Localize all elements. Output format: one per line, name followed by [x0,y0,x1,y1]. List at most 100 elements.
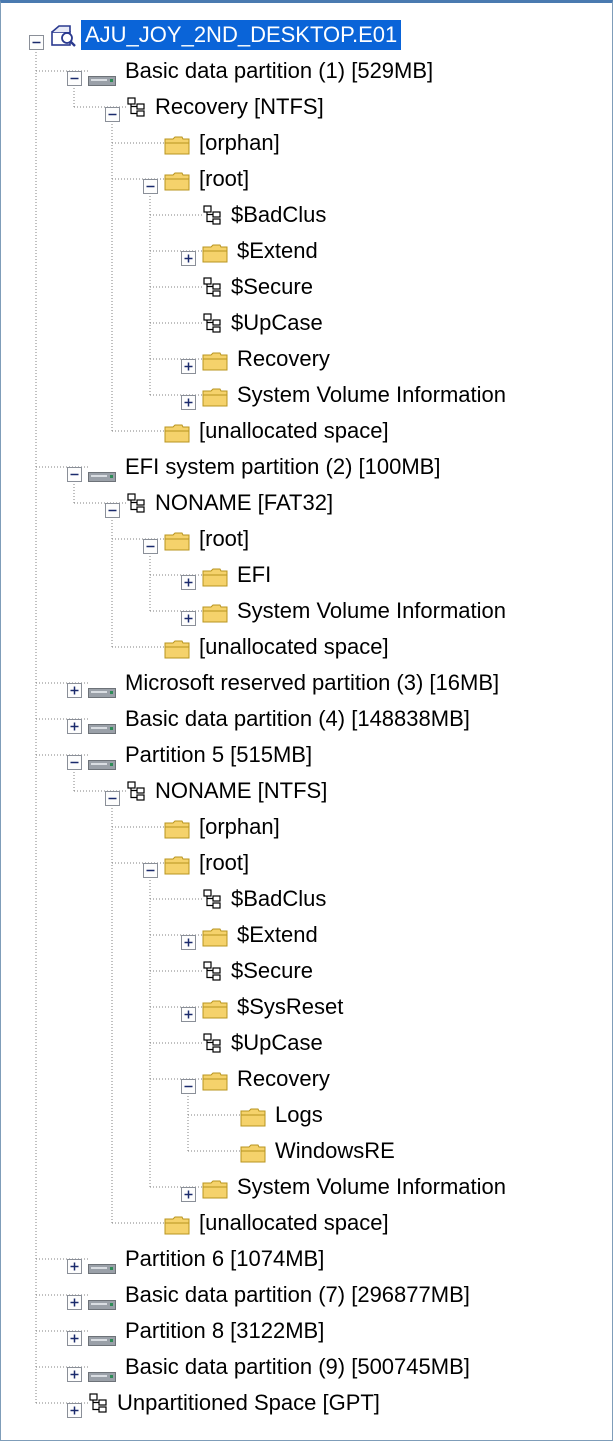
tree-node[interactable]: Recovery [0,344,613,374]
tree-node[interactable]: Partition 6 [1074MB] [0,1244,613,1274]
tree-node[interactable]: [root] [0,848,613,878]
tree-node-label[interactable]: $UpCase [231,308,323,338]
collapse-icon[interactable] [67,64,82,86]
tree-node[interactable]: [unallocated space] [0,632,613,662]
tree-node-label[interactable]: $BadClus [231,884,326,914]
tree-node-label[interactable]: Basic data partition (7) [296877MB] [125,1280,470,1310]
expand-icon[interactable] [181,352,196,374]
tree-node[interactable]: [root] [0,164,613,194]
tree-node-label[interactable]: [unallocated space] [199,416,389,446]
tree-node-label[interactable]: System Volume Information [237,1172,506,1202]
tree-node[interactable]: $Extend [0,920,613,950]
tree-node[interactable]: AJU_JOY_2ND_DESKTOP.E01 [0,20,613,50]
tree-node-label[interactable]: Partition 8 [3122MB] [125,1316,324,1346]
tree-node-label[interactable]: Unpartitioned Space [GPT] [117,1388,380,1418]
tree-node-label[interactable]: [root] [199,848,249,878]
collapse-icon[interactable] [105,784,120,806]
tree-node[interactable]: $Secure [0,956,613,986]
tree-node-label[interactable]: Basic data partition (1) [529MB] [125,56,433,86]
tree-node-label[interactable]: NONAME [NTFS] [155,776,327,806]
tree-node[interactable]: [orphan] [0,128,613,158]
tree-node-label[interactable]: EFI system partition (2) [100MB] [125,452,440,482]
tree-node[interactable]: Basic data partition (7) [296877MB] [0,1280,613,1310]
tree-node[interactable]: Recovery [0,1064,613,1094]
tree-node-label[interactable]: $Extend [237,920,318,950]
tree-node-label[interactable]: Partition 5 [515MB] [125,740,312,770]
tree-node[interactable]: Microsoft reserved partition (3) [16MB] [0,668,613,698]
tree-node[interactable]: Recovery [NTFS] [0,92,613,122]
tree-node-label[interactable]: Basic data partition (9) [500745MB] [125,1352,470,1382]
tree-node[interactable]: $UpCase [0,308,613,338]
tree-node-label[interactable]: $Extend [237,236,318,266]
evidence-tree[interactable]: AJU_JOY_2ND_DESKTOP.E01 Basic data partit… [0,0,613,1439]
tree-node-label[interactable]: $Secure [231,956,313,986]
tree-node[interactable]: $Secure [0,272,613,302]
expand-icon[interactable] [67,1360,82,1382]
expand-icon[interactable] [67,712,82,734]
tree-node-label[interactable]: $SysReset [237,992,343,1022]
expand-icon[interactable] [181,928,196,950]
tree-node[interactable]: EFI system partition (2) [100MB] [0,452,613,482]
tree-node-label[interactable]: Partition 6 [1074MB] [125,1244,324,1274]
collapse-icon[interactable] [105,496,120,518]
tree-node[interactable]: NONAME [NTFS] [0,776,613,806]
tree-node[interactable]: Partition 8 [3122MB] [0,1316,613,1346]
collapse-icon[interactable] [143,172,158,194]
expand-icon[interactable] [181,388,196,410]
tree-node-label[interactable]: EFI [237,560,271,590]
tree-node-label[interactable]: AJU_JOY_2ND_DESKTOP.E01 [81,20,402,50]
tree-node[interactable]: System Volume Information [0,596,613,626]
tree-node-label[interactable]: [unallocated space] [199,1208,389,1238]
tree-node-label[interactable]: [root] [199,164,249,194]
tree-node[interactable]: EFI [0,560,613,590]
collapse-icon[interactable] [105,100,120,122]
collapse-icon[interactable] [143,856,158,878]
expand-icon[interactable] [67,676,82,698]
tree-node-label[interactable]: System Volume Information [237,380,506,410]
tree-node[interactable]: $BadClus [0,200,613,230]
expand-icon[interactable] [181,1000,196,1022]
tree-node[interactable]: NONAME [FAT32] [0,488,613,518]
tree-node[interactable]: Basic data partition (4) [148838MB] [0,704,613,734]
tree-node-label[interactable]: $BadClus [231,200,326,230]
tree-node[interactable]: $Extend [0,236,613,266]
tree-node-label[interactable]: [orphan] [199,128,280,158]
collapse-icon[interactable] [29,28,44,50]
tree-node-label[interactable]: Recovery [237,344,330,374]
expand-icon[interactable] [67,1324,82,1346]
tree-node-label[interactable]: $UpCase [231,1028,323,1058]
tree-node-label[interactable]: Recovery [NTFS] [155,92,324,122]
tree-node[interactable]: [orphan] [0,812,613,842]
expand-icon[interactable] [67,1396,82,1418]
tree-node[interactable]: Partition 5 [515MB] [0,740,613,770]
tree-node[interactable]: [unallocated space] [0,416,613,446]
tree-node[interactable]: $SysReset [0,992,613,1022]
tree-node[interactable]: $BadClus [0,884,613,914]
collapse-icon[interactable] [67,460,82,482]
tree-node-label[interactable]: WindowsRE [275,1136,395,1166]
expand-icon[interactable] [181,244,196,266]
tree-node-label[interactable]: [orphan] [199,812,280,842]
tree-node-label[interactable]: [root] [199,524,249,554]
tree-node-label[interactable]: NONAME [FAT32] [155,488,333,518]
expand-icon[interactable] [67,1252,82,1274]
collapse-icon[interactable] [143,532,158,554]
tree-node[interactable]: WindowsRE [0,1136,613,1166]
tree-node-label[interactable]: Microsoft reserved partition (3) [16MB] [125,668,499,698]
collapse-icon[interactable] [181,1072,196,1094]
tree-node-label[interactable]: [unallocated space] [199,632,389,662]
tree-node-label[interactable]: Basic data partition (4) [148838MB] [125,704,470,734]
collapse-icon[interactable] [67,748,82,770]
expand-icon[interactable] [181,604,196,626]
tree-node[interactable]: [root] [0,524,613,554]
tree-node[interactable]: System Volume Information [0,380,613,410]
tree-node[interactable]: Basic data partition (9) [500745MB] [0,1352,613,1382]
expand-icon[interactable] [181,1180,196,1202]
tree-node[interactable]: $UpCase [0,1028,613,1058]
tree-node[interactable]: Basic data partition (1) [529MB] [0,56,613,86]
tree-node-label[interactable]: Logs [275,1100,323,1130]
tree-node[interactable]: System Volume Information [0,1172,613,1202]
tree-node[interactable]: [unallocated space] [0,1208,613,1238]
tree-node[interactable]: Logs [0,1100,613,1130]
expand-icon[interactable] [181,568,196,590]
